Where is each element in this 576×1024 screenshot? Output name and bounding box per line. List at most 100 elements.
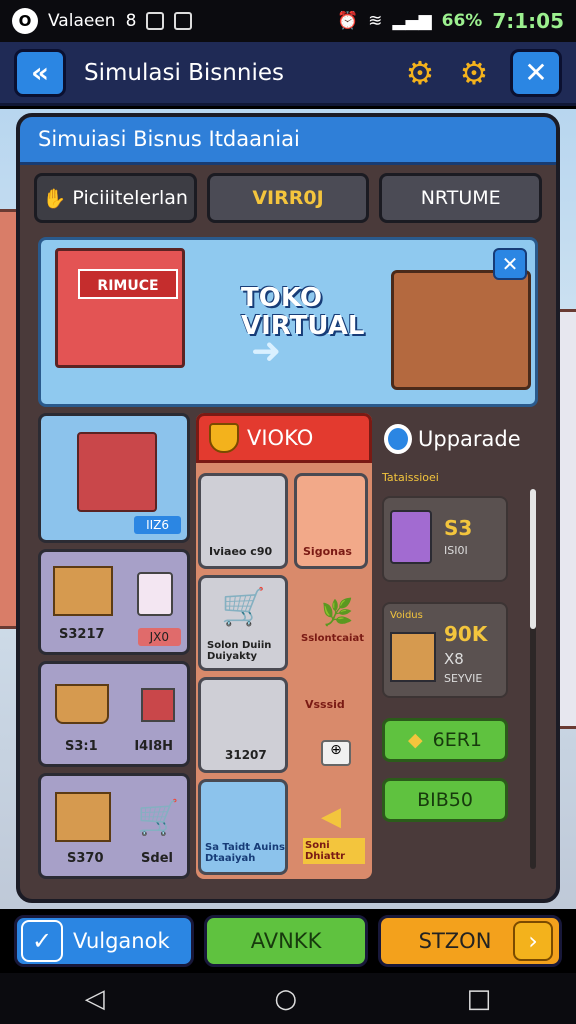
settings-gear-icon-2[interactable]: ⚙	[454, 54, 494, 92]
vioko-item[interactable]: Iviaeo c90	[198, 473, 288, 569]
scrollbar-thumb[interactable]	[530, 489, 536, 629]
page-title: Simulasi Bisnnies	[84, 59, 284, 86]
arrow-right-icon: ➜	[251, 331, 282, 372]
button-label: 6ER1	[432, 729, 482, 751]
item-price: Sdel	[141, 851, 173, 866]
upgrade-value: S3	[444, 516, 473, 540]
washer-icon	[137, 572, 173, 616]
back-nav-icon[interactable]: ◁	[85, 984, 105, 1014]
item-label: Sslontcaiat	[301, 633, 364, 644]
double-chevron-left-icon: «	[30, 56, 50, 89]
status-s-icon: 8	[125, 11, 137, 31]
item-label: 31207	[225, 748, 267, 762]
kiosk-icon	[77, 432, 157, 512]
shop-illustration: RIMUCE	[55, 248, 185, 368]
vioko-item[interactable]: Vsssid ⊕	[294, 677, 368, 773]
upgrade-sub: ISI0I	[444, 544, 468, 557]
box-icon: ◆	[407, 729, 423, 751]
close-icon: ✕	[501, 252, 519, 276]
upgrade-header: Upparade	[378, 413, 540, 465]
tab-nrtume[interactable]: NRTUME	[379, 173, 543, 223]
cart-icon: 🛒	[137, 798, 180, 838]
vioko-header[interactable]: VIOKO	[196, 413, 372, 463]
status-bar: O Valaeen 8 ⏰ ≋ ▂▄▆ 66% 7:1:05	[0, 0, 576, 42]
back-button[interactable]: «	[14, 48, 66, 97]
status-app-name: Valaeen	[48, 11, 116, 31]
upgrade-icon	[384, 424, 412, 454]
vioko-column: VIOKO Iviaeo c90 Sigonas 🛒 Solon Duiin D…	[196, 413, 372, 879]
cashier-illustration	[391, 270, 531, 390]
recents-nav-icon[interactable]: □	[467, 984, 492, 1014]
item-card[interactable]: S3:1 I4I8H	[38, 661, 190, 767]
button-label: STZON	[418, 929, 492, 953]
shield-icon	[209, 423, 239, 453]
banner-close-button[interactable]: ✕	[493, 248, 527, 280]
vioko-item[interactable]: 31207	[198, 677, 288, 773]
settings-gear-icon[interactable]: ⚙	[400, 54, 440, 92]
banner-title-line1: TOKO	[241, 283, 322, 313]
signal-icon: ▂▄▆	[392, 11, 432, 31]
upgrade-subtitle: Tataissioei	[382, 471, 439, 484]
item-card[interactable]: IIZ6	[38, 413, 190, 543]
leaf-icon: 🌿	[321, 598, 354, 628]
top-bar: « Simulasi Bisnnies ⚙ ⚙ ✕	[0, 42, 576, 106]
toko-virtual-banner[interactable]: RIMUCE TOKO VIRTUAL ➜ ✕	[38, 237, 538, 407]
system-nav-bar: ◁ ○ □	[0, 973, 576, 1024]
item-card[interactable]: 🛒 S370 Sdel	[38, 773, 190, 879]
chevron-right-icon: ›	[513, 921, 553, 961]
vioko-item[interactable]: 🌿 Sslontcaiat	[294, 575, 368, 671]
crate-icon	[390, 632, 436, 682]
item-label: S3217	[59, 627, 105, 642]
vioko-item[interactable]: Sigonas	[294, 473, 368, 569]
item-label: S370	[67, 851, 104, 866]
vioko-item[interactable]: Sa Taidt Auins Dtaaiyah	[198, 779, 288, 875]
close-button[interactable]: ✕	[510, 48, 562, 97]
upgrade-value: 90K	[444, 622, 488, 646]
upgrade-confirm-button[interactable]: BIB50	[382, 778, 508, 822]
business-panel: Simuiasi Bisnus Itdaaniai ✋ Piciiitelerl…	[16, 113, 560, 903]
box-icon	[53, 566, 113, 616]
tab-label: VIRR0J	[252, 187, 324, 209]
vioko-item[interactable]: ◀ Soni Dhiattr	[294, 779, 368, 875]
upgrade-card[interactable]: S3 ISI0I	[382, 496, 508, 582]
target-icon: ⊕	[321, 740, 351, 766]
upgrade-card[interactable]: Voidus 90K X8 SEYVIE	[382, 602, 508, 698]
item-price: JX0	[137, 628, 181, 646]
item-label: Vsssid	[305, 698, 345, 711]
vulganok-button[interactable]: ✓ Vulganok	[14, 915, 194, 967]
notification-icon-2	[174, 12, 193, 30]
close-icon: ✕	[524, 56, 548, 89]
avnkk-button[interactable]: AVNKK	[203, 915, 369, 967]
tab-virroj[interactable]: VIRR0J	[206, 173, 370, 223]
panel-title: Simuiasi Bisnus Itdaaniai	[20, 117, 556, 165]
wifi-icon: ≋	[368, 11, 383, 31]
crate-icon	[55, 792, 111, 842]
item-card[interactable]: S3217 JX0	[38, 549, 190, 655]
item-price: IIZ6	[134, 516, 181, 534]
notification-icon	[146, 12, 165, 30]
stzon-button[interactable]: STZON ›	[378, 915, 562, 967]
cheese-icon: ◀	[321, 802, 341, 832]
item-column: IIZ6 S3217 JX0 S3:1 I4I8H 🛒 S370 Sdel	[38, 413, 190, 879]
button-label: AVNKK	[250, 929, 322, 953]
vioko-item[interactable]: 🛒 Solon Duiin Duiyakty	[198, 575, 288, 671]
home-nav-icon[interactable]: ○	[274, 984, 297, 1014]
item-label: Solon Duiin Duiyakty	[207, 640, 272, 662]
app-logo-icon: O	[12, 8, 38, 34]
vioko-title: VIOKO	[247, 426, 314, 450]
alarm-icon: ⏰	[336, 11, 359, 31]
check-icon: ✓	[21, 920, 63, 962]
basket-icon	[55, 684, 109, 724]
gift-icon	[141, 688, 175, 722]
tab-piciiitelerlan[interactable]: ✋ Piciiitelerlan	[34, 173, 197, 223]
item-label: Sigonas	[303, 545, 352, 558]
upgrade-card-label: Voidus	[390, 610, 423, 621]
item-label: Iviaeo c90	[209, 545, 273, 558]
vioko-items: Iviaeo c90 Sigonas 🛒 Solon Duiin Duiyakt…	[196, 469, 372, 879]
item-price: I4I8H	[134, 739, 173, 754]
panel-tabs: ✋ Piciiitelerlan VIRR0J NRTUME	[20, 165, 556, 231]
button-label: BIB50	[417, 789, 473, 811]
item-label: S3:1	[65, 739, 98, 754]
scrollbar[interactable]	[530, 489, 536, 869]
upgrade-buy-button[interactable]: ◆ 6ER1	[382, 718, 508, 762]
